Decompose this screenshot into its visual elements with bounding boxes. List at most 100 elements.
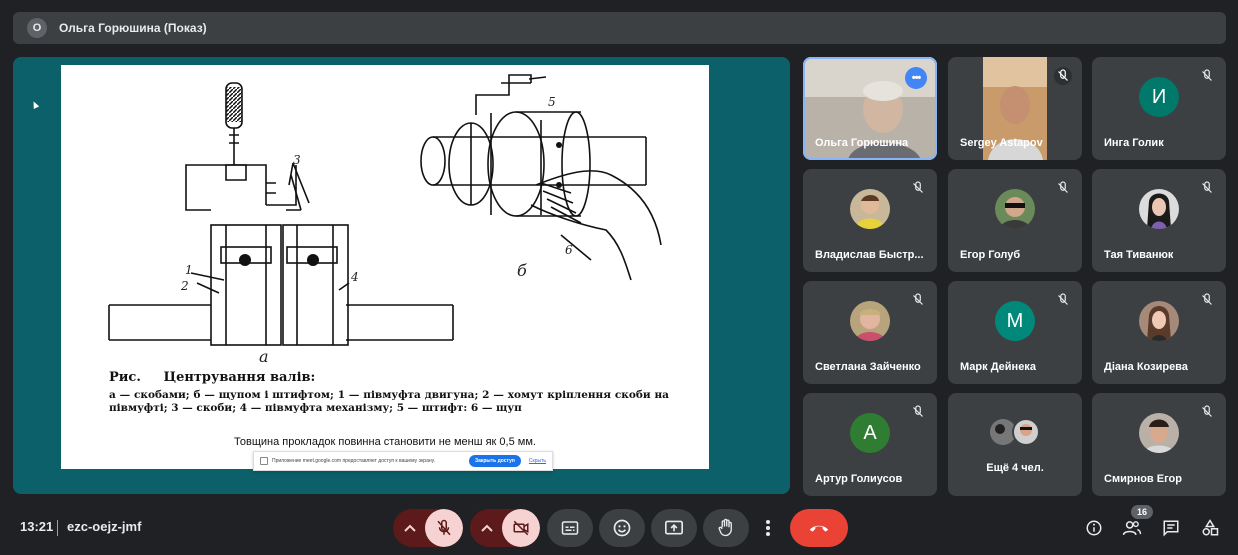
people-icon — [1122, 521, 1142, 536]
callout-6: 6 — [565, 243, 573, 257]
mic-off-icon — [437, 519, 451, 536]
participant-tile[interactable]: Светлана Зайченко — [803, 281, 937, 384]
mic-off-icon — [1202, 69, 1212, 81]
presenter-bar: О Ольга Горюшина (Показ) — [13, 12, 1226, 44]
participant-name: Егор Голуб — [960, 249, 1021, 261]
avatar — [1139, 413, 1179, 453]
chat-button[interactable] — [1158, 515, 1184, 541]
present-screen-button[interactable] — [651, 509, 697, 547]
avatar — [995, 189, 1035, 229]
participant-name: Артур Голиусов — [815, 473, 903, 485]
mouse-cursor-icon — [30, 100, 40, 109]
more-vertical-icon — [766, 520, 770, 536]
participant-group-tile[interactable]: Ещё 4 чел. — [948, 393, 1082, 496]
mic-control — [393, 509, 463, 547]
divider — [57, 520, 58, 536]
camera-toggle-button[interactable] — [502, 509, 540, 547]
presenter-title: Ольга Горюшина (Показ) — [59, 21, 207, 35]
caption-text: а — скобами; б — щупом і штифтом; 1 — пі… — [109, 389, 669, 414]
hide-share-bar-link[interactable]: Скрыть — [529, 458, 546, 464]
participant-name: Светлана Зайченко — [815, 361, 921, 373]
participant-group-label: Ещё 4 чел. — [986, 462, 1044, 474]
participant-name: Діана Козирева — [1104, 361, 1188, 373]
reactions-button[interactable] — [599, 509, 645, 547]
more-options-icon[interactable]: ••• — [905, 67, 927, 89]
avatar — [850, 301, 890, 341]
presentation-stage[interactable]: а б 1 2 3 4 5 6 Рис. Центрування валів: … — [13, 57, 790, 494]
presenter-avatar: О — [27, 18, 47, 38]
slide-note: Товщина прокладок повинна становити не м… — [234, 436, 536, 448]
meeting-time: 13:21 — [20, 519, 54, 534]
participant-name: Смирнов Егор — [1104, 473, 1182, 485]
participant-name: Ольга Горюшина — [815, 137, 909, 149]
mic-toggle-button[interactable] — [425, 509, 463, 547]
mic-off-icon — [1202, 181, 1212, 193]
mic-options-button[interactable] — [393, 509, 427, 547]
hand-icon — [718, 518, 732, 537]
avatar: И — [1139, 77, 1179, 117]
participant-tile[interactable]: А Артур Голиусов — [803, 393, 937, 496]
participant-tile[interactable]: Владислав Быстр... — [803, 169, 937, 272]
camera-off-icon — [513, 520, 529, 536]
avatar — [850, 189, 890, 229]
group-avatars — [990, 418, 1040, 446]
figure-label-a: а — [259, 347, 269, 366]
mic-off-icon — [1058, 181, 1068, 193]
captions-icon — [561, 521, 579, 535]
caption-prefix: Рис. — [109, 370, 141, 385]
caption-title: Центрування валів: — [163, 370, 316, 385]
participant-name: Тая Тиванюк — [1104, 249, 1174, 261]
meeting-code: ezc-oejz-jmf — [67, 519, 142, 534]
share-message: Приложение meet.google.com предоставляет… — [272, 458, 436, 464]
participant-tile[interactable]: ••• Ольга Горюшина — [803, 57, 937, 160]
meeting-details-button[interactable] — [1081, 515, 1107, 541]
camera-options-button[interactable] — [470, 509, 504, 547]
participant-name: Инга Голик — [1104, 137, 1164, 149]
participant-tile[interactable]: М Марк Дейнека — [948, 281, 1082, 384]
participant-tile[interactable]: И Инга Голик — [1092, 57, 1226, 160]
shared-slide: а б 1 2 3 4 5 6 Рис. Центрування валів: … — [61, 65, 709, 471]
activities-button[interactable] — [1197, 515, 1223, 541]
leave-call-button[interactable] — [790, 509, 848, 547]
activities-icon — [1202, 519, 1219, 536]
callout-4: 4 — [351, 270, 359, 284]
chevron-up-icon — [481, 524, 493, 532]
mic-off-icon — [913, 181, 923, 193]
mic-off-icon — [1058, 293, 1068, 305]
participant-tile[interactable]: Sergey Astapov — [948, 57, 1082, 160]
mic-off-icon — [913, 405, 923, 417]
captions-button[interactable] — [547, 509, 593, 547]
participant-tile[interactable]: Діана Козирева — [1092, 281, 1226, 384]
participant-name: Владислав Быстр... — [815, 249, 924, 261]
control-bar: 13:21 ezc-oejz-jmf 16 — [0, 505, 1238, 555]
mic-off-icon — [913, 293, 923, 305]
avatar: М — [995, 301, 1035, 341]
chat-icon — [1163, 520, 1179, 537]
callout-3: 3 — [293, 153, 301, 167]
callout-5: 5 — [548, 95, 556, 109]
figure-caption: Рис. Центрування валів: а — скобами; б —… — [109, 370, 669, 415]
present-screen-icon — [665, 520, 683, 535]
more-options-button[interactable] — [755, 509, 781, 547]
stop-sharing-button[interactable]: Закрыть доступ — [468, 455, 521, 467]
chevron-up-icon — [404, 524, 416, 532]
camera-control — [470, 509, 540, 547]
mic-off-icon — [1202, 293, 1212, 305]
mic-off-icon — [1202, 405, 1212, 417]
raise-hand-button[interactable] — [703, 509, 749, 547]
participant-tile[interactable]: Егор Голуб — [948, 169, 1082, 272]
share-screen-icon — [260, 457, 268, 465]
screen-share-bar: Приложение meet.google.com предоставляет… — [253, 451, 553, 471]
callout-2: 2 — [181, 279, 189, 293]
participant-tile[interactable]: Тая Тиванюк — [1092, 169, 1226, 272]
hang-up-icon — [809, 525, 829, 532]
participant-tile[interactable]: Смирнов Егор — [1092, 393, 1226, 496]
participant-name: Sergey Astapov — [960, 137, 1043, 149]
avatar — [1139, 189, 1179, 229]
info-icon — [1086, 520, 1102, 536]
participant-name: Марк Дейнека — [960, 361, 1036, 373]
participants-button[interactable] — [1119, 515, 1145, 541]
avatar: А — [850, 413, 890, 453]
callout-1: 1 — [185, 263, 193, 277]
figure-label-b: б — [517, 261, 527, 280]
